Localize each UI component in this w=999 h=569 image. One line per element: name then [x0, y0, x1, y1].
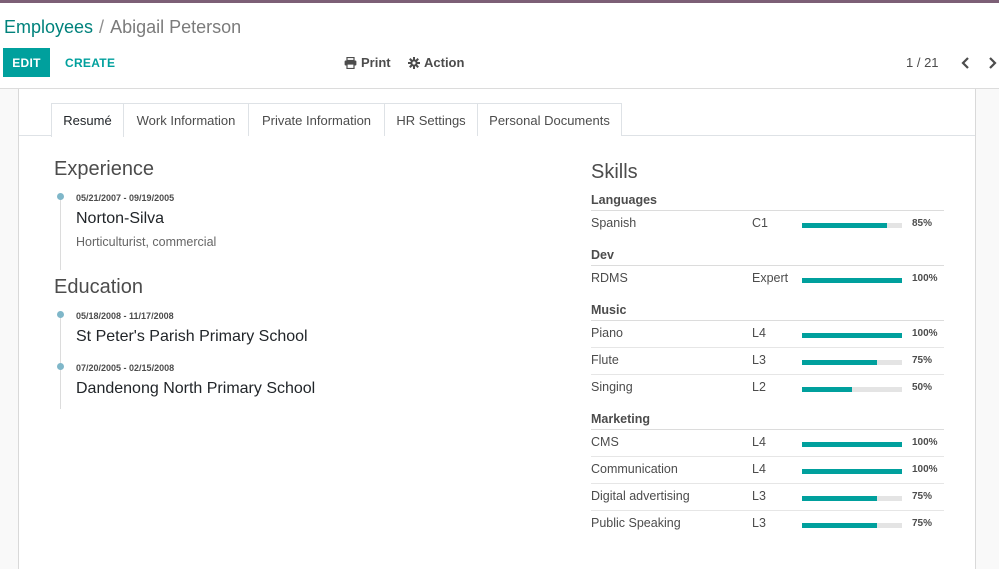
- skill-progress-fill: [802, 523, 877, 528]
- edit-button[interactable]: EDIT: [3, 48, 50, 77]
- skill-level: Expert: [752, 271, 789, 285]
- skill-name: Communication: [591, 462, 678, 476]
- skill-name: CMS: [591, 435, 619, 449]
- notebook-tabs: Resumé Work Information Private Informat…: [19, 103, 975, 137]
- chevron-left-icon: [960, 57, 969, 69]
- skill-progress-bar: [802, 223, 902, 228]
- create-button[interactable]: CREATE: [58, 48, 122, 77]
- action-button[interactable]: Action: [408, 48, 464, 77]
- tab-private-information[interactable]: Private Information: [248, 103, 385, 136]
- tab-work-information[interactable]: Work Information: [123, 103, 249, 136]
- skill-row[interactable]: Flute L3 75%: [591, 348, 944, 375]
- skill-progress-fill: [802, 496, 877, 501]
- gear-icon: [408, 56, 420, 69]
- skill-progress-fill: [802, 360, 877, 365]
- skill-level: C1: [752, 216, 768, 230]
- skill-progress-fill: [802, 278, 902, 283]
- pager-previous-button[interactable]: [958, 55, 972, 71]
- timeline-dot: [57, 193, 64, 200]
- control-panel: Employees / Abigail Peterson EDIT CREATE P…: [0, 3, 999, 89]
- skill-progress-value: 50%: [912, 382, 933, 393]
- skill-progress-value: 75%: [912, 518, 933, 529]
- tab-hr-settings[interactable]: HR Settings: [384, 103, 478, 136]
- chevron-right-icon: [988, 57, 997, 69]
- skill-progress-value: 75%: [912, 491, 933, 502]
- skill-group-title: Marketing: [591, 412, 651, 426]
- timeline-dot: [57, 363, 64, 370]
- breadcrumb-employees-link[interactable]: Employees: [4, 17, 93, 37]
- skill-progress-value: 100%: [912, 328, 938, 339]
- skill-progress-value: 75%: [912, 355, 933, 366]
- experience-entry-description: Horticulturist, commercial: [76, 235, 217, 249]
- skill-level: L2: [752, 380, 766, 394]
- print-icon: [344, 56, 357, 69]
- education-timeline: [60, 315, 61, 409]
- skill-group-title: Dev: [591, 248, 614, 262]
- education-entry-dates: 07/20/2005 - 02/15/2008: [76, 363, 175, 373]
- skill-name: Singing: [591, 380, 633, 394]
- skill-name: Piano: [591, 326, 623, 340]
- skill-progress-bar: [802, 523, 902, 528]
- print-label: Print: [361, 55, 391, 70]
- skill-progress-bar: [802, 278, 902, 283]
- experience-entry-name[interactable]: Norton-Silva: [76, 210, 164, 228]
- skill-progress-fill: [802, 223, 887, 228]
- skill-row[interactable]: Singing L2 50%: [591, 375, 944, 402]
- tab-resume[interactable]: Resumé: [51, 103, 124, 137]
- skills-title: Skills: [591, 161, 638, 183]
- skill-level: L4: [752, 462, 766, 476]
- skill-progress-bar: [802, 442, 902, 447]
- skill-progress-bar: [802, 360, 902, 365]
- skill-row[interactable]: Communication L4 100%: [591, 457, 944, 484]
- skill-level: L4: [752, 326, 766, 340]
- skill-progress-value: 100%: [912, 437, 938, 448]
- action-label: Action: [424, 55, 465, 70]
- education-entry-dates: 05/18/2008 - 11/17/2008: [76, 311, 174, 321]
- tab-personal-documents[interactable]: Personal Documents: [477, 103, 622, 136]
- skill-progress-bar: [802, 333, 902, 338]
- skill-level: L3: [752, 353, 766, 367]
- breadcrumb-current: Abigail Peterson: [110, 17, 242, 37]
- pager-next-button[interactable]: [985, 55, 999, 71]
- skill-group-title: Music: [591, 303, 627, 317]
- skill-progress-fill: [802, 469, 902, 474]
- skill-progress-value: 100%: [912, 273, 938, 284]
- form-sheet: Resumé Work Information Private Informat…: [18, 89, 976, 569]
- skill-level: L4: [752, 435, 766, 449]
- breadcrumb-separator: /: [99, 17, 105, 37]
- skill-name: Spanish: [591, 216, 637, 230]
- skill-progress-bar: [802, 496, 902, 501]
- skill-name: Flute: [591, 353, 619, 367]
- skill-name: Public Speaking: [591, 516, 681, 530]
- skill-progress-bar: [802, 469, 902, 474]
- skill-row[interactable]: Spanish C1 85%: [591, 211, 944, 238]
- skill-progress-fill: [802, 442, 902, 447]
- skill-row[interactable]: Digital advertising L3 75%: [591, 484, 944, 511]
- skill-progress-bar: [802, 387, 902, 392]
- skill-group-title: Languages: [591, 193, 657, 207]
- education-entry-name[interactable]: Dandenong North Primary School: [76, 380, 315, 398]
- experience-timeline: [60, 197, 61, 270]
- breadcrumb: Employees / Abigail Peterson: [4, 16, 241, 38]
- skill-progress-value: 100%: [912, 464, 938, 475]
- skill-level: L3: [752, 516, 766, 530]
- education-title: Education: [54, 276, 143, 298]
- skill-progress-fill: [802, 387, 852, 392]
- experience-entry-dates: 05/21/2007 - 09/19/2005: [76, 193, 175, 203]
- skill-level: L3: [752, 489, 766, 503]
- education-entry-name[interactable]: St Peter's Parish Primary School: [76, 328, 308, 346]
- skill-name: RDMS: [591, 271, 628, 285]
- timeline-dot: [57, 311, 64, 318]
- pager-value[interactable]: 1 / 21: [906, 55, 939, 70]
- skill-row[interactable]: Piano L4 100%: [591, 321, 944, 348]
- skill-progress-value: 85%: [912, 218, 933, 229]
- skill-progress-fill: [802, 333, 902, 338]
- skill-row[interactable]: Public Speaking L3 75%: [591, 511, 944, 538]
- skill-name: Digital advertising: [591, 489, 690, 503]
- skill-row[interactable]: CMS L4 100%: [591, 430, 944, 457]
- skill-row[interactable]: RDMS Expert 100%: [591, 266, 944, 293]
- experience-title: Experience: [54, 158, 155, 180]
- print-button[interactable]: Print: [344, 48, 391, 77]
